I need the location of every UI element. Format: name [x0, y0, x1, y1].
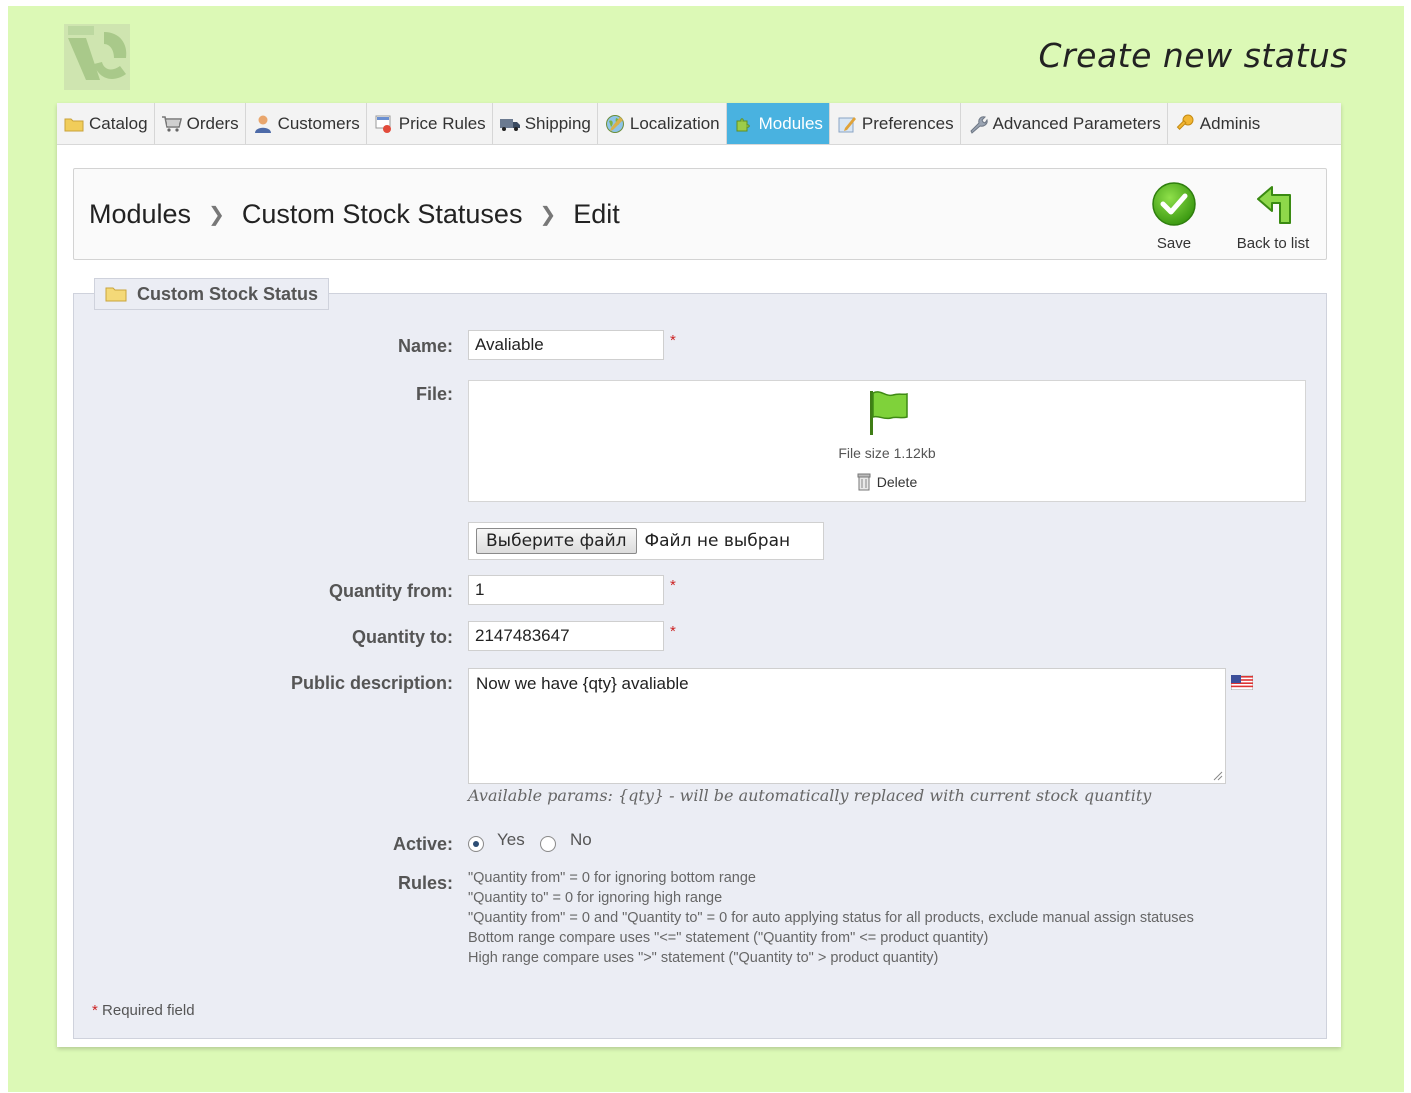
quantity-from-value: 1: [475, 580, 485, 599]
required-note-text: Required field: [102, 1002, 195, 1019]
nav-tab-modules[interactable]: Modules: [726, 103, 830, 144]
logo: [64, 24, 130, 90]
chevron-right-icon: ❯: [539, 204, 557, 226]
required-marker: *: [670, 577, 676, 594]
us-flag-icon[interactable]: [1231, 675, 1253, 690]
rules-list: "Quantity from" = 0 for ignoring bottom …: [468, 868, 1194, 968]
nav-tab-label: Advanced Parameters: [992, 114, 1161, 133]
active-yes-label[interactable]: Yes: [497, 830, 525, 850]
back-to-list-label: Back to list: [1236, 235, 1310, 252]
nav-tab-price-rules[interactable]: Price Rules: [367, 103, 493, 144]
nav-tab-preferences[interactable]: Preferences: [830, 103, 961, 144]
user-icon: [252, 114, 274, 134]
legend-label: Custom Stock Status: [137, 283, 319, 304]
green-flag-icon: [870, 391, 908, 435]
truck-icon: [499, 114, 521, 134]
admin-window: Catalog Orders Customers Price Rules Shi…: [57, 103, 1341, 1047]
wrench-icon: [967, 114, 989, 134]
choose-file-button[interactable]: Выберите файл: [476, 528, 637, 554]
chevron-right-icon: ❯: [208, 204, 225, 226]
quantity-to-input[interactable]: 2147483647: [468, 621, 664, 651]
price-tag-icon: [373, 114, 395, 134]
globe-icon: [604, 114, 626, 134]
nav-tab-label: Localization: [629, 114, 720, 133]
puzzle-icon: [733, 114, 755, 134]
required-marker: *: [670, 332, 676, 349]
save-button[interactable]: Save: [1142, 181, 1206, 252]
quantity-from-label: Quantity from:: [329, 581, 453, 601]
quantity-to-label: Quantity to:: [352, 627, 453, 647]
rule-line: "Quantity from" = 0 for ignoring bottom …: [468, 870, 756, 886]
custom-stock-status-fieldset: Custom Stock Status Name: Avaliable * Fi…: [73, 278, 1327, 1039]
nav-tab-customers[interactable]: Customers: [246, 103, 367, 144]
nav-tab-shipping[interactable]: Shipping: [493, 103, 598, 144]
active-yes-radio[interactable]: [468, 836, 484, 852]
required-marker: *: [670, 623, 676, 640]
save-label: Save: [1156, 235, 1192, 252]
promo-title: Create new status: [1038, 36, 1348, 75]
breadcrumb-item-edit: Edit: [573, 199, 620, 229]
rule-line: "Quantity from" = 0 and "Quantity to" = …: [468, 910, 1194, 926]
required-field-note: * Required field: [92, 1002, 195, 1019]
nav-tab-label: Shipping: [524, 114, 591, 133]
nav-tab-label: Customers: [277, 114, 360, 133]
main-nav: Catalog Orders Customers Price Rules Shi…: [57, 103, 1341, 145]
public-description-textarea[interactable]: Now we have {qty} avaliable: [468, 668, 1226, 784]
fieldset-legend: Custom Stock Status: [94, 278, 330, 310]
nav-tab-label: Orders: [186, 114, 239, 133]
delete-label: Delete: [876, 474, 918, 490]
key-icon: [1174, 114, 1196, 134]
file-status-text: Файл не выбран: [644, 531, 791, 551]
folder-icon: [63, 114, 85, 134]
rule-line: "Quantity to" = 0 for ignoring high rang…: [468, 890, 723, 906]
checkmark-icon: [1152, 182, 1196, 226]
active-no-radio[interactable]: [540, 836, 556, 852]
name-value: Avaliable: [475, 335, 544, 354]
file-label: File:: [415, 384, 453, 404]
resize-grip-icon[interactable]: [1213, 771, 1223, 781]
required-marker: *: [92, 1002, 98, 1019]
nav-tab-label: Modules: [758, 114, 823, 133]
breadcrumb-item-modules[interactable]: Modules: [89, 199, 191, 230]
nav-tab-catalog[interactable]: Catalog: [57, 103, 155, 144]
public-description-value: Now we have {qty} avaliable: [476, 674, 689, 693]
file-size-text: File size 1.12kb: [838, 445, 936, 461]
nav-tab-label: Catalog: [89, 114, 148, 133]
nav-tab-orders[interactable]: Orders: [155, 103, 246, 144]
quantity-from-input[interactable]: 1: [468, 575, 664, 605]
rule-line: Bottom range compare uses "<=" statement…: [468, 930, 989, 946]
back-arrow-icon: [1257, 186, 1291, 224]
cart-icon: [161, 114, 183, 134]
folder-icon: [105, 286, 127, 302]
file-preview: File size 1.12kb Delete: [468, 380, 1306, 502]
nav-tab-label: Preferences: [861, 114, 954, 133]
active-label: Active:: [392, 834, 453, 854]
rules-label: Rules:: [397, 873, 453, 893]
rule-line: High range compare uses ">" statement ("…: [468, 950, 939, 966]
quantity-to-value: 2147483647: [475, 626, 570, 645]
back-to-list-button[interactable]: Back to list: [1230, 181, 1316, 252]
nav-tab-label: Price Rules: [398, 114, 486, 133]
nav-tab-localization[interactable]: Localization: [598, 103, 727, 144]
name-label: Name:: [397, 336, 453, 356]
trash-icon: [857, 473, 871, 491]
file-picker: Выберите файл Файл не выбран: [468, 522, 824, 560]
nav-tab-advanced-parameters[interactable]: Advanced Parameters: [961, 103, 1168, 144]
description-hint: Available params: {qty} - will be automa…: [468, 786, 1152, 805]
public-description-label: Public description:: [290, 673, 453, 693]
breadcrumb-item-custom-stock-statuses[interactable]: Custom Stock Statuses: [242, 199, 523, 230]
nav-tab-administration[interactable]: Adminis: [1168, 103, 1266, 144]
preferences-icon: [836, 114, 858, 134]
name-input[interactable]: Avaliable: [468, 330, 664, 360]
breadcrumb: Modules ❯ Custom Stock Statuses ❯ Edit: [89, 199, 620, 230]
active-no-label[interactable]: No: [570, 830, 592, 850]
delete-file-link[interactable]: Delete: [469, 473, 1305, 491]
page-toolbar: Modules ❯ Custom Stock Statuses ❯ Edit S…: [73, 168, 1327, 260]
nav-tab-label: Adminis: [1199, 114, 1261, 133]
